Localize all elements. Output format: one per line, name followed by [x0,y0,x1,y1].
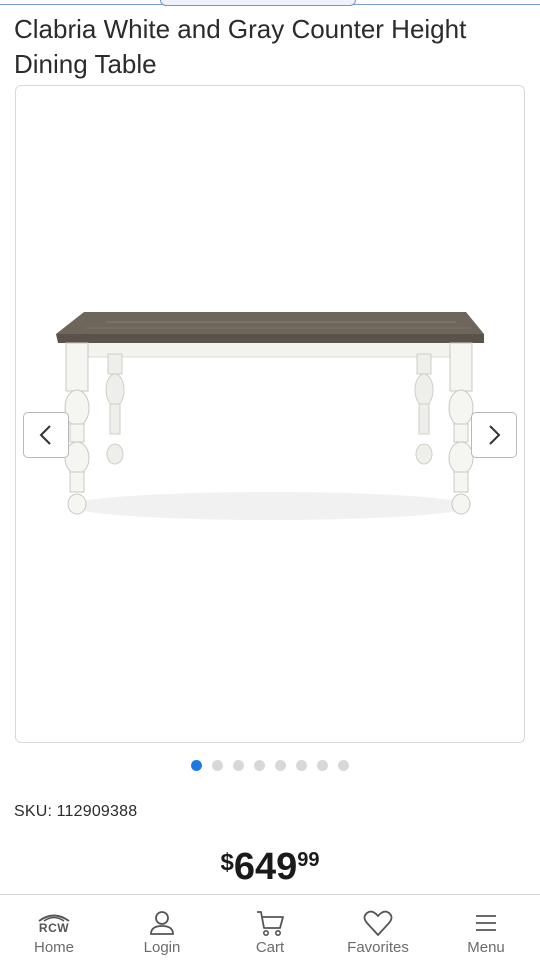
user-icon [150,911,174,935]
nav-home-label: Home [33,939,74,956]
gallery-dot[interactable] [233,760,244,771]
gallery-dot[interactable] [254,760,265,771]
sku-value: 112909388 [56,803,138,820]
bottom-navigation: RCW Home Login Cart Favorites Menu [0,894,540,972]
sku: SKU: 112909388 [14,803,137,821]
product-title: Clabria White and Gray Counter Height Di… [14,14,467,79]
cart-icon [257,911,284,936]
sku-label: SKU: [14,803,53,820]
product-image [56,312,484,520]
nav-home[interactable]: RCW Home [0,895,108,972]
gallery-dot[interactable] [317,760,328,771]
nav-menu[interactable]: Menu [432,895,540,972]
chevron-left-icon [39,425,51,445]
product-image-gallery[interactable] [15,85,525,743]
nav-cart[interactable]: Cart [216,895,324,972]
gallery-prev-button[interactable] [23,412,69,458]
nav-favorites[interactable]: Favorites [324,895,432,972]
top-accent-tab [160,0,356,6]
chevron-right-icon [489,425,501,445]
rcw-logo-text: RCW [38,921,70,935]
price-dollars: 649 [233,846,298,888]
heart-icon [363,910,393,936]
nav-login-label: Login [143,939,181,956]
gallery-dot[interactable] [191,760,202,771]
hamburger-icon [476,915,496,931]
gallery-dot[interactable] [275,760,286,771]
gallery-dot[interactable] [338,760,349,771]
nav-cart-label: Cart [255,939,285,956]
price: $64999 [0,845,540,889]
rcw-logo-icon: RCW [37,907,71,939]
gallery-dot[interactable] [212,760,223,771]
price-cents: 99 [297,849,320,871]
nav-login[interactable]: Login [108,895,216,972]
nav-favorites-label: Favorites [347,939,409,956]
gallery-pagination [0,760,540,772]
gallery-dot[interactable] [296,760,307,771]
top-accent-bar [0,0,540,6]
price-currency: $ [220,849,234,876]
gallery-next-button[interactable] [471,412,517,458]
nav-menu-label: Menu [467,939,505,956]
